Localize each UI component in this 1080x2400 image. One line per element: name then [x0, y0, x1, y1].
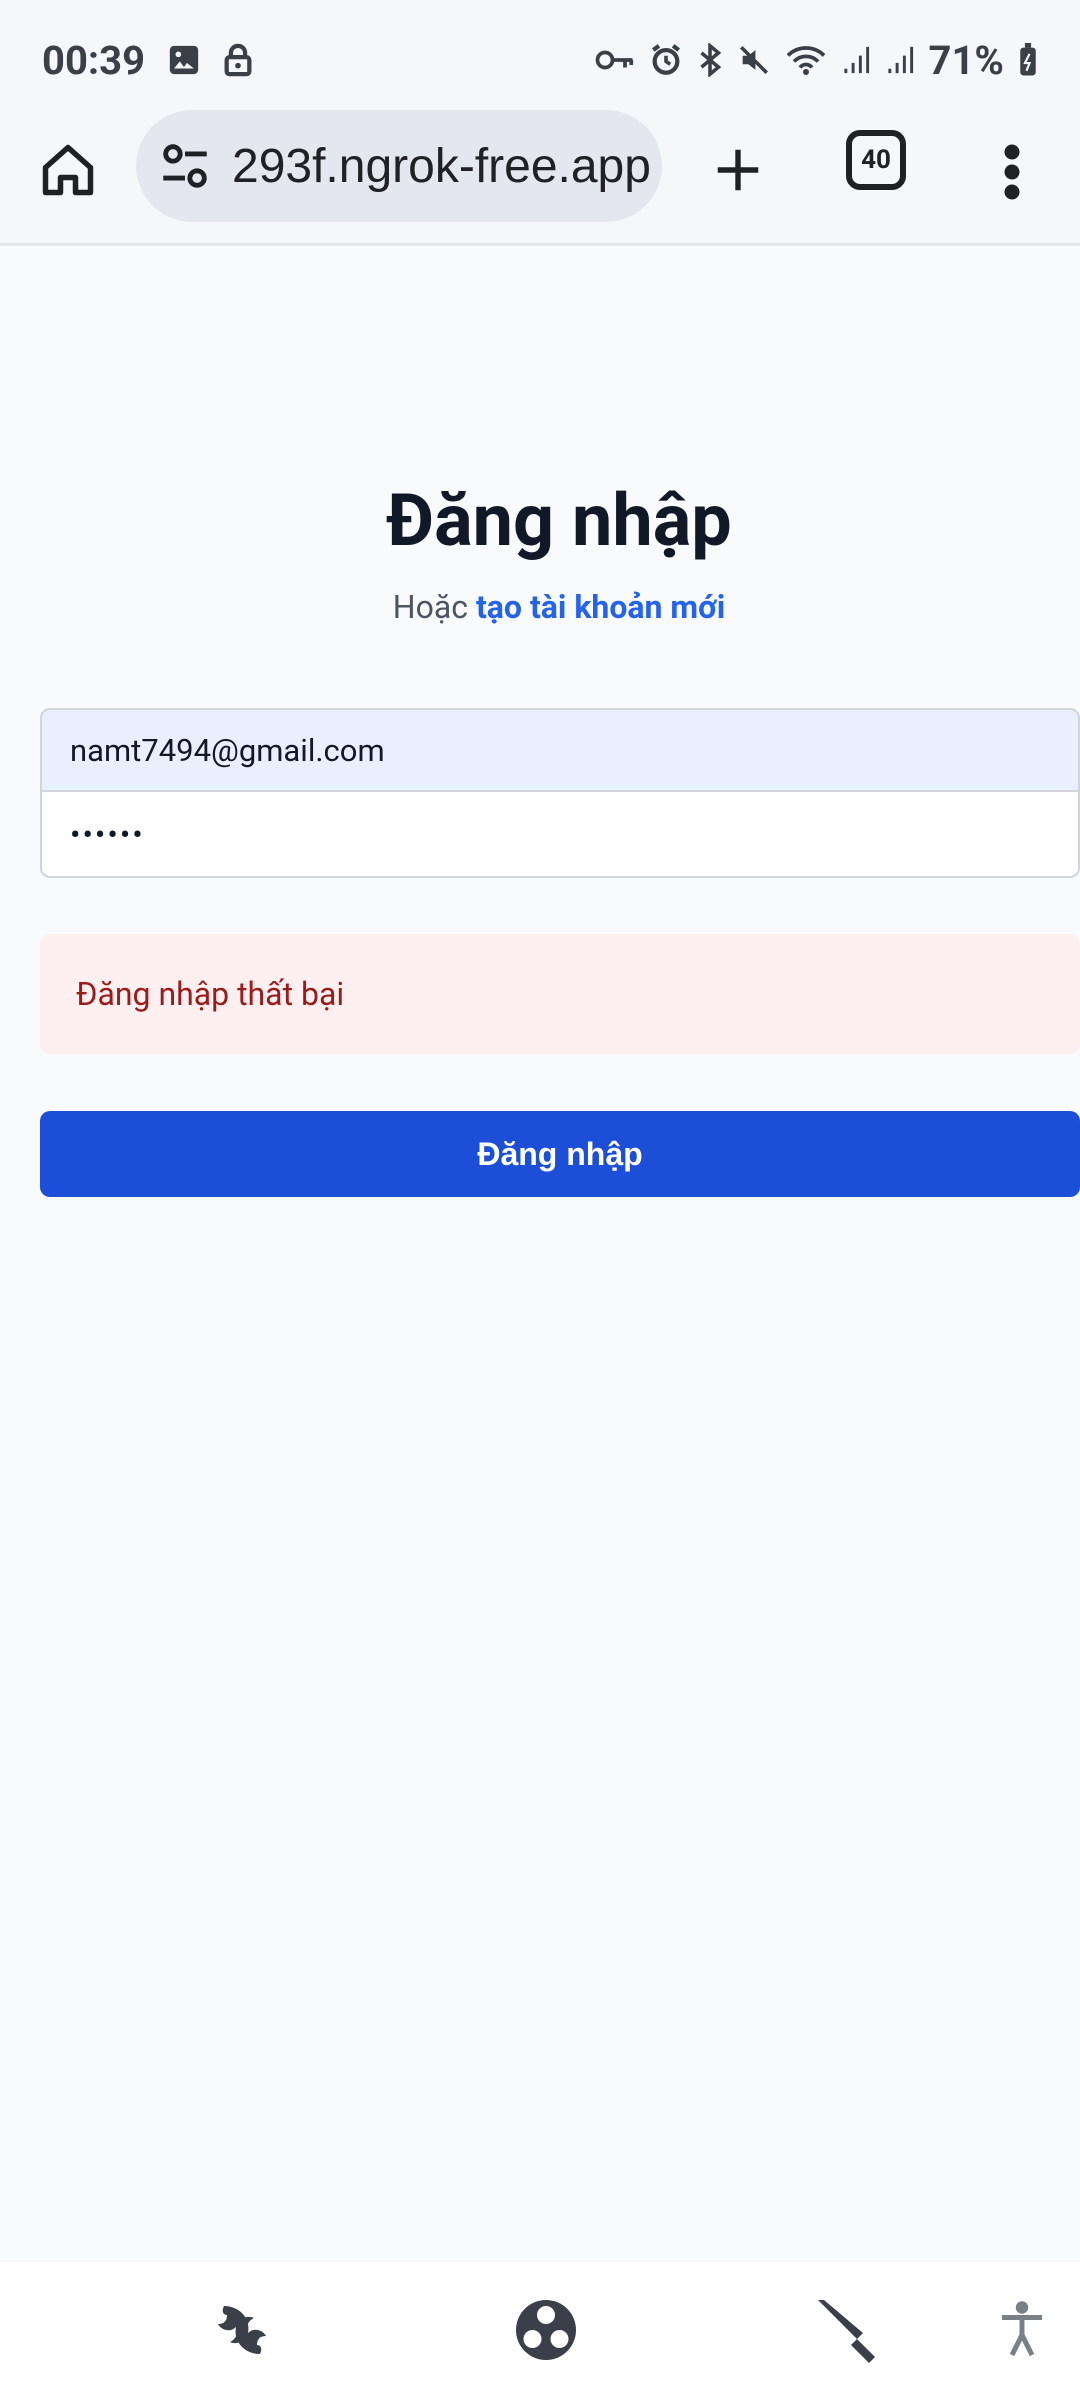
accessibility-button[interactable]: [982, 2290, 1062, 2370]
more-vert-icon: [1004, 144, 1020, 200]
subtitle-prefix: Hoặc: [392, 588, 476, 626]
page: 00:39 71% 293f.ngrok-free.app 40 Đăng nh…: [0, 0, 1080, 2400]
error-alert: Đăng nhập thất bại: [40, 934, 1080, 1054]
signal-icon: [841, 44, 871, 76]
home-icon: [42, 144, 94, 196]
page-title: Đăng nhập: [386, 478, 732, 563]
tab-switcher-button[interactable]: 40: [846, 130, 906, 190]
tab-count: 40: [861, 145, 891, 175]
knife-button[interactable]: [808, 2290, 888, 2370]
lock-icon: [223, 43, 253, 77]
bluetooth-icon: [697, 43, 723, 77]
password-field[interactable]: ••••••: [40, 792, 1080, 878]
subtitle: Hoặc tạo tài khoản mới: [0, 588, 1080, 626]
login-button[interactable]: Đăng nhập: [40, 1111, 1080, 1197]
create-account-link[interactable]: tạo tài khoản mới: [476, 588, 725, 626]
signal-icon: [885, 44, 915, 76]
aperture-button[interactable]: [506, 2290, 586, 2370]
status-time: 00:39: [42, 36, 146, 84]
bottom-dock: [0, 2262, 1080, 2400]
site-settings-icon[interactable]: [156, 137, 214, 195]
battery-percent: 71%: [928, 36, 1004, 84]
key-icon: [595, 45, 635, 75]
more-menu-button[interactable]: [990, 132, 1034, 212]
wifi-icon: [785, 43, 827, 77]
home-button[interactable]: [30, 132, 106, 208]
accessibility-icon: [1002, 2301, 1042, 2357]
image-icon: [167, 43, 201, 77]
koi-fish-button[interactable]: [202, 2290, 282, 2370]
browser-toolbar: 293f.ngrok-free.app 40: [0, 100, 1080, 246]
new-tab-button[interactable]: [700, 132, 776, 208]
aperture-icon: [516, 2300, 576, 2360]
error-message: Đăng nhập thất bại: [76, 975, 345, 1013]
battery-icon: [1018, 43, 1038, 77]
alarm-icon: [649, 43, 683, 77]
url-text: 293f.ngrok-free.app: [232, 139, 651, 193]
knife-icon: [818, 2300, 875, 2363]
address-bar[interactable]: 293f.ngrok-free.app: [136, 110, 662, 222]
mute-icon: [737, 43, 771, 77]
email-field[interactable]: namt7494@gmail.com: [40, 708, 1080, 792]
koi-fish-icon: [218, 2306, 266, 2354]
new-tab-icon: [717, 149, 759, 191]
